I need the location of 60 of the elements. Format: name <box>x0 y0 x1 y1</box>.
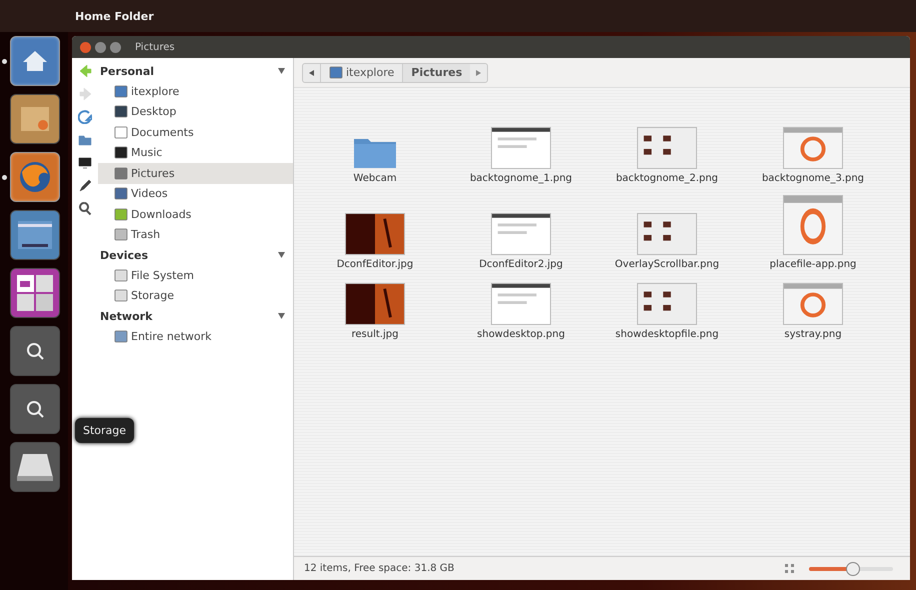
launcher-item[interactable] <box>10 384 60 434</box>
sidebar-item[interactable]: Storage <box>98 286 293 306</box>
sidebar-item[interactable]: Pictures <box>98 163 293 184</box>
sidebar-item[interactable]: Entire network <box>98 326 293 346</box>
file-name[interactable]: showdesktop.png <box>477 329 565 340</box>
file-name[interactable]: backtognome_1.png <box>470 173 572 184</box>
search-icon <box>26 342 44 360</box>
globe-icon <box>18 160 52 194</box>
launcher-item[interactable] <box>10 442 60 492</box>
scroll-left-icon[interactable] <box>309 70 314 76</box>
window-title: Pictures <box>135 42 175 52</box>
folder-icon[interactable] <box>78 133 92 147</box>
close-button[interactable] <box>80 42 91 52</box>
file-name[interactable]: placefile-app.png <box>770 259 856 270</box>
section-title: Personal <box>100 64 154 78</box>
search-icon[interactable] <box>78 202 92 216</box>
collapse-arrow-icon[interactable] <box>278 313 285 319</box>
sidebar-item[interactable]: Downloads <box>98 204 293 224</box>
launcher-item[interactable] <box>10 268 60 318</box>
sidebar-item[interactable]: Desktop <box>98 102 293 122</box>
workspaces-icon <box>15 273 55 313</box>
window-title: Home Folder <box>75 10 154 22</box>
search-icon <box>26 400 44 418</box>
sidebar-item[interactable]: Documents <box>98 122 293 142</box>
sidebar-item[interactable]: Videos <box>98 184 293 204</box>
launcher-item[interactable] <box>10 94 60 144</box>
breadcrumb-button[interactable]: Pictures <box>402 64 470 82</box>
file-name[interactable]: systray.png <box>784 329 842 340</box>
running-indicator <box>2 175 7 180</box>
maximize-button[interactable] <box>110 42 121 52</box>
minimize-button[interactable] <box>95 42 106 52</box>
slider-thumb[interactable] <box>846 562 860 576</box>
monitor-icon[interactable] <box>78 156 92 170</box>
file-name[interactable]: DconfEditor.jpg <box>336 259 414 270</box>
file-name[interactable]: backtognome_3.png <box>762 173 864 184</box>
section-title: Devices <box>100 248 148 262</box>
file-name[interactable]: showdesktopfile.png <box>615 329 719 340</box>
sidebar-item[interactable]: Music <box>98 142 293 163</box>
grid-view-icon[interactable] <box>785 564 794 573</box>
sidebar-item[interactable]: Trash <box>98 224 293 245</box>
file-name[interactable]: OverlayScrollbar.png <box>614 259 720 270</box>
sidebar-item[interactable]: File System <box>98 265 293 286</box>
launcher-item[interactable] <box>10 326 60 376</box>
collapse-arrow-icon[interactable] <box>278 252 285 258</box>
collapse-arrow-icon[interactable] <box>278 68 285 74</box>
pen-icon[interactable] <box>78 179 92 193</box>
scroll-right-icon[interactable] <box>476 70 482 76</box>
refresh-icon[interactable] <box>78 110 92 124</box>
sidebar-item[interactable]: itexplore <box>98 81 293 102</box>
window-icon <box>17 220 53 250</box>
file-name[interactable]: DconfEditor2.jpg <box>479 259 563 270</box>
file-name[interactable]: backtognome_2.png <box>616 173 718 184</box>
launcher-item[interactable] <box>10 210 60 260</box>
home-icon <box>21 49 49 73</box>
file-name[interactable]: result.jpg <box>352 329 398 340</box>
status-text: 12 items, Free space: 31.8 GB <box>304 563 456 574</box>
tooltip: Storage <box>75 418 134 443</box>
file-name[interactable]: Webcam <box>353 173 397 184</box>
section-title: Network <box>100 310 152 322</box>
running-indicator <box>2 59 7 64</box>
